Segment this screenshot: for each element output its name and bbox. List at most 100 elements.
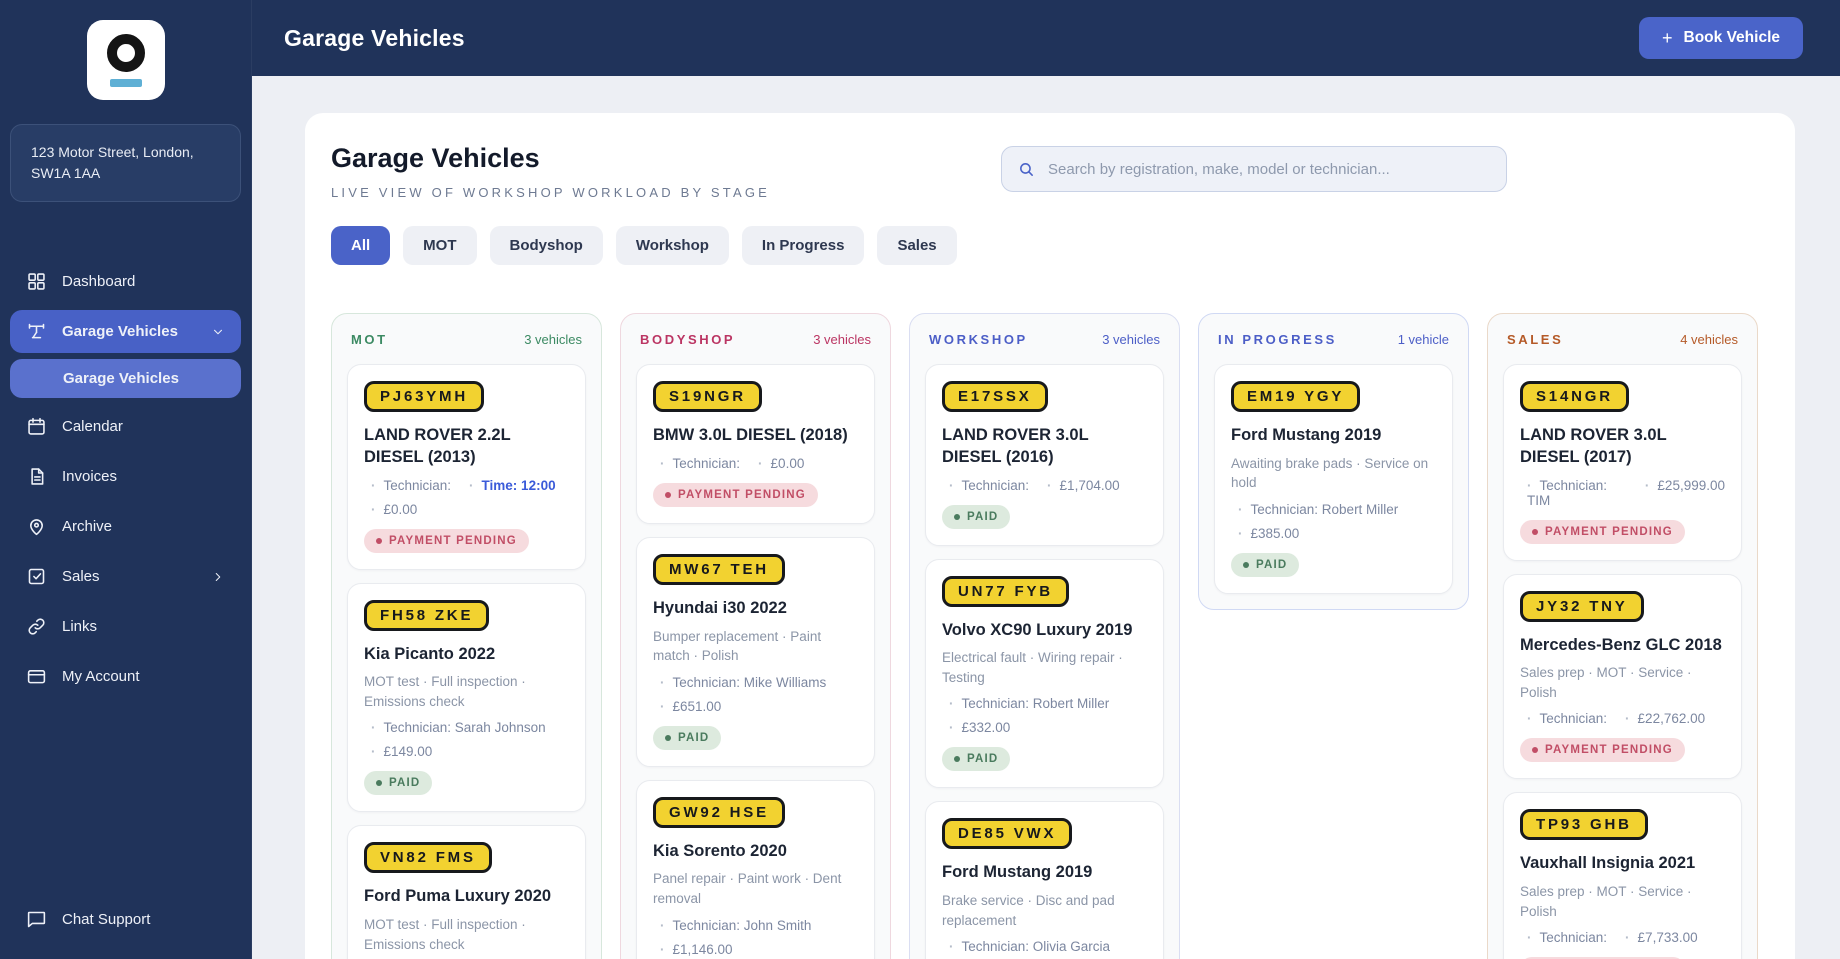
meta-item: Technician: Robert Miller bbox=[1238, 502, 1399, 517]
sidebar-item-label: Garage Vehicles bbox=[63, 370, 179, 387]
sidebar-footer: Chat Support bbox=[10, 898, 241, 941]
sidebar-item-garage-vehicles-sub[interactable]: Garage Vehicles bbox=[10, 359, 241, 398]
status-badge-row: PAID bbox=[653, 714, 858, 750]
column-title: MOT bbox=[351, 332, 388, 347]
column-count: 3 vehicles bbox=[813, 332, 871, 347]
meta-item: £7,733.00 bbox=[1625, 930, 1698, 945]
sidebar-item-invoices[interactable]: Invoices bbox=[10, 455, 241, 498]
license-plate: TP93 GHB bbox=[1520, 809, 1648, 841]
status-badge-row: PAID bbox=[942, 493, 1147, 529]
column-count: 3 vehicles bbox=[1102, 332, 1160, 347]
page-title: Garage Vehicles bbox=[331, 143, 540, 173]
meta-item: Technician: Olivia Garcia bbox=[949, 939, 1111, 954]
sidebar-item-label: Chat Support bbox=[62, 911, 151, 928]
meta-item: £149.00 bbox=[371, 744, 433, 759]
meta-row: Technician: £22,762.00 bbox=[1520, 711, 1725, 726]
top-header: Garage Vehicles + Book Vehicle bbox=[252, 0, 1840, 76]
vehicle-card[interactable]: VN82 FMS Ford Puma Luxury 2020 MOT test · … bbox=[347, 825, 586, 959]
company-logo bbox=[86, 20, 165, 100]
tab-workshop[interactable]: Workshop bbox=[615, 226, 729, 265]
sidebar-item-label: Calendar bbox=[62, 418, 123, 435]
vehicle-card[interactable]: S19NGR BMW 3.0L DIESEL (2018) Technician: £… bbox=[636, 364, 875, 524]
meta-item: Technician: bbox=[949, 478, 1030, 493]
status-badge-row: PAID bbox=[942, 735, 1147, 772]
sidebar-item-my-account[interactable]: My Account bbox=[10, 655, 241, 698]
book-vehicle-label: Book Vehicle bbox=[1683, 29, 1780, 46]
vehicle-title: Ford Mustang 2019 bbox=[942, 863, 1093, 882]
tab-all[interactable]: All bbox=[331, 226, 391, 265]
status-badge-row: PAID bbox=[1231, 541, 1436, 577]
status-badge: PAYMENT PENDING bbox=[364, 528, 529, 553]
book-vehicle-button[interactable]: + Book Vehicle bbox=[1639, 17, 1803, 59]
status-badge: PAID bbox=[1231, 552, 1300, 577]
sidebar-item-calendar[interactable]: Calendar bbox=[10, 405, 241, 448]
sidebar-item-label: Archive bbox=[62, 518, 113, 535]
meta-item: £22,762.00 bbox=[1625, 711, 1706, 726]
search-icon bbox=[1020, 162, 1033, 176]
column-count: 4 vehicles bbox=[1680, 332, 1738, 347]
calendar-icon bbox=[26, 416, 47, 437]
column-header: SALES 4 vehicles bbox=[1503, 330, 1742, 351]
sidebar: 123 Motor Street, London, SW1A 1AA Dashb… bbox=[0, 0, 252, 959]
vehicle-title: Mercedes-Benz GLC 2018 bbox=[1520, 635, 1722, 654]
stage-filter-tabs: All MOT Bodyshop Workshop In Progress Sales bbox=[331, 226, 1769, 265]
search-input[interactable] bbox=[1046, 159, 1490, 179]
meta-row: Technician: Mike Williams bbox=[653, 675, 858, 690]
vehicle-card[interactable]: GW92 HSE Kia Sorento 2020 Panel repair · P… bbox=[636, 779, 875, 959]
vehicle-title: LAND ROVER 3.0L DIESEL (2017) bbox=[1520, 426, 1667, 466]
vehicle-card[interactable]: EM19 YGY Ford Mustang 2019 Awaiting brake … bbox=[1214, 364, 1453, 594]
credit-card-icon bbox=[26, 666, 47, 687]
vehicle-card[interactable]: MW67 TEH Hyundai i30 2022 Bumper replaceme… bbox=[636, 536, 875, 767]
service-description: Sales prep · MOT · Service · Polish bbox=[1520, 665, 1692, 700]
app-root: 123 Motor Street, London, SW1A 1AA Dashb… bbox=[0, 0, 1840, 959]
meta-row: £385.00 bbox=[1231, 526, 1436, 541]
vehicle-card[interactable]: DE85 VWX Ford Mustang 2019 Brake service ·… bbox=[925, 801, 1164, 959]
license-plate: FH58 ZKE bbox=[364, 599, 490, 631]
column-header: BODYSHOP 3 vehicles bbox=[636, 330, 875, 351]
sidebar-item-chat-support[interactable]: Chat Support bbox=[10, 898, 241, 941]
meta-row: Technician: Robert Miller bbox=[942, 696, 1147, 711]
meta-item: Technician: John Smith bbox=[660, 918, 812, 933]
vehicle-card[interactable]: UN77 FYB Volvo XC90 Luxury 2019 Electrical… bbox=[925, 558, 1164, 789]
sidebar-item-label: Links bbox=[62, 618, 98, 635]
service-description: Panel repair · Paint work · Dent removal bbox=[653, 871, 842, 906]
service-description: Brake service · Disc and pad replacement bbox=[942, 893, 1115, 928]
sidebar-item-links[interactable]: Links bbox=[10, 605, 241, 648]
check-square-icon bbox=[26, 566, 47, 587]
vehicle-title: LAND ROVER 3.0L DIESEL (2016) bbox=[942, 426, 1089, 466]
meta-row: Technician: Sarah Johnson bbox=[364, 720, 569, 735]
vehicles-panel: Garage Vehicles LIVE VIEW OF WORKSHOP WO… bbox=[305, 113, 1795, 959]
meta-item: Technician: Sarah Johnson bbox=[371, 720, 546, 735]
meta-row: Technician: £0.00 bbox=[653, 456, 858, 471]
vehicle-title: Hyundai i30 2022 bbox=[653, 598, 787, 617]
grid-icon bbox=[26, 271, 47, 292]
invoice-icon bbox=[26, 466, 47, 487]
vehicle-title: Vauxhall Insignia 2021 bbox=[1520, 854, 1696, 873]
column-title: BODYSHOP bbox=[640, 332, 736, 347]
tab-sales[interactable]: Sales bbox=[877, 226, 957, 265]
sidebar-item-sales[interactable]: Sales bbox=[10, 555, 241, 598]
vehicle-card[interactable]: E17SSX LAND ROVER 3.0L DIESEL (2016) Techn… bbox=[925, 364, 1164, 546]
status-badge: PAID bbox=[653, 725, 722, 750]
sidebar-item-archive[interactable]: Archive bbox=[10, 505, 241, 548]
meta-item: £0.00 bbox=[371, 502, 418, 517]
license-plate: JY32 TNY bbox=[1520, 590, 1644, 622]
tab-mot[interactable]: MOT bbox=[403, 226, 477, 265]
header-title: Garage Vehicles bbox=[284, 24, 465, 51]
sidebar-item-dashboard[interactable]: Dashboard bbox=[10, 260, 241, 303]
sidebar-item-garage-vehicles[interactable]: Garage Vehicles bbox=[10, 310, 241, 353]
tab-bodyshop[interactable]: Bodyshop bbox=[489, 226, 603, 265]
vehicle-card[interactable]: TP93 GHB Vauxhall Insignia 2021 Sales prep… bbox=[1503, 792, 1742, 959]
page-subtitle: LIVE VIEW OF WORKSHOP WORKLOAD BY STAGE bbox=[331, 185, 771, 200]
status-badge: PAYMENT PENDING bbox=[1520, 738, 1685, 763]
panel-header: Garage Vehicles LIVE VIEW OF WORKSHOP WO… bbox=[331, 143, 1769, 200]
column-count: 3 vehicles bbox=[524, 332, 582, 347]
vehicle-card[interactable]: S14NGR LAND ROVER 3.0L DIESEL (2017) Techn… bbox=[1503, 364, 1742, 561]
tab-in-progress[interactable]: In Progress bbox=[741, 226, 865, 265]
license-plate: GW92 HSE bbox=[653, 796, 785, 828]
vehicle-card[interactable]: PJ63YMH LAND ROVER 2.2L DIESEL (2013) Tech… bbox=[347, 364, 586, 570]
content-area: Garage Vehicles LIVE VIEW OF WORKSHOP WO… bbox=[252, 76, 1840, 959]
vehicle-card[interactable]: JY32 TNY Mercedes-Benz GLC 2018 Sales prep… bbox=[1503, 573, 1742, 780]
vehicle-card[interactable]: FH58 ZKE Kia Picanto 2022 MOT test · Full … bbox=[347, 582, 586, 813]
license-plate: VN82 FMS bbox=[364, 842, 492, 874]
